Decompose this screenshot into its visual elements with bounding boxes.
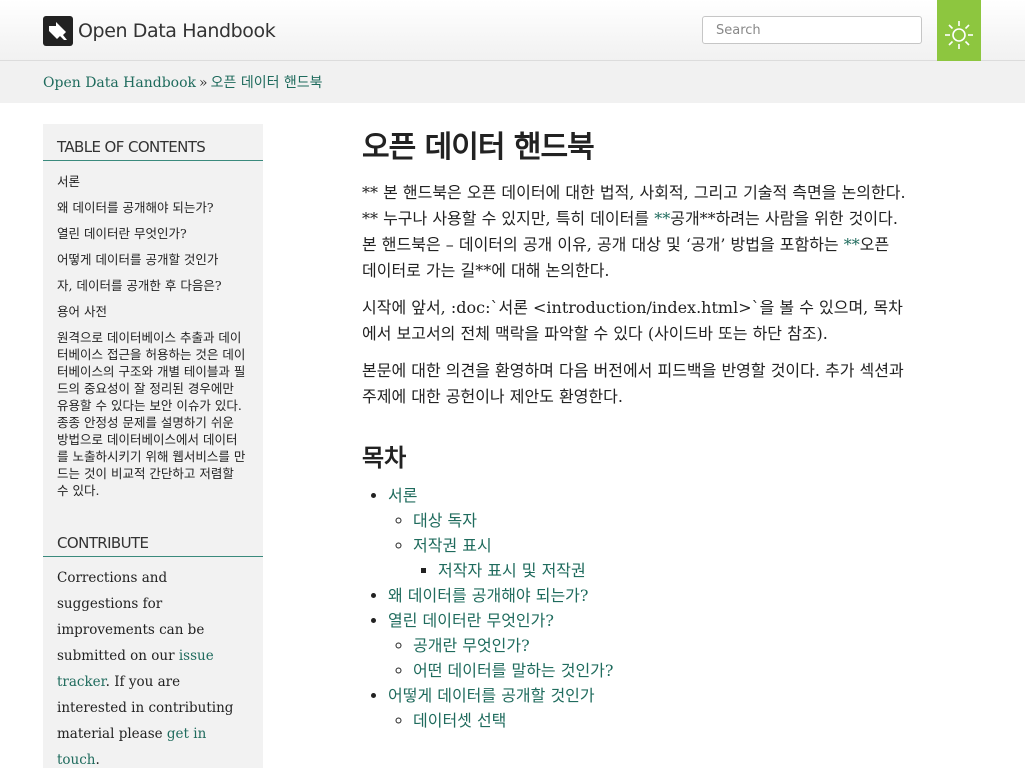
intro-paragraph: ** 본 핸드북은 오픈 데이터에 대한 법적, 사회적, 그리고 기술적 측면…	[362, 180, 907, 284]
sun-logo-icon	[945, 21, 973, 49]
toc-link-what[interactable]: 열린 데이터란 무엇인가?	[388, 611, 554, 630]
start-paragraph: 시작에 앞서, :doc:`서론 <introduction/index.htm…	[362, 298, 903, 343]
contribute-text: Corrections and suggestions for improvem…	[43, 557, 263, 768]
toc-link-intro[interactable]: 서론	[388, 486, 417, 505]
sidebar-item-after-open[interactable]: 자, 데이터를 공개한 후 다음은?	[57, 277, 263, 294]
page-title: 오픈 데이터 핸드북	[362, 130, 595, 165]
list-item: 어떻게 데이터를 공개할 것인가 데이터셋 선택	[388, 683, 907, 733]
contribute-text-part-3: .	[95, 752, 100, 768]
breadcrumb-home-link[interactable]: Open Data Handbook	[43, 75, 196, 91]
toc-section-title: 목차	[362, 444, 407, 472]
main-content: 오픈 데이터 핸드북 ** 본 핸드북은 오픈 데이터에 대한 법적, 사회적,…	[362, 122, 907, 733]
breadcrumb: Open Data Handbook» 오픈 데이터 핸드북	[43, 72, 323, 92]
list-item: 서론 대상 독자 저작권 표시 저작자 표시 및 저작권	[388, 483, 907, 583]
intro-link-marker-2[interactable]: **	[844, 235, 860, 254]
sidebar-toc-list: 서론 왜 데이터를 공개해야 되는가? 열린 데이터란 무엇인가? 어떻게 데이…	[43, 161, 263, 516]
open-data-handbook-logo-icon[interactable]	[43, 16, 73, 46]
feedback-paragraph: 본문에 대한 의견을 환영하며 다음 버전에서 피드백을 반영할 것이다. 추가…	[362, 361, 904, 406]
top-header: Open Data Handbook	[0, 0, 1025, 71]
toc-link-why[interactable]: 왜 데이터를 공개해야 되는가?	[388, 586, 588, 605]
toc-link-audience[interactable]: 대상 독자	[413, 511, 477, 530]
toc-heading: TABLE OF CONTENTS	[43, 124, 263, 161]
list-item: 열린 데이터란 무엇인가? 공개란 무엇인가? 어떤 데이터를 말하는 것인가?	[388, 608, 907, 683]
sidebar-item-intro[interactable]: 서론	[57, 173, 263, 190]
toc-link-how[interactable]: 어떻게 데이터를 공개할 것인가	[388, 686, 595, 705]
search-input[interactable]	[702, 16, 922, 44]
toc-link-what-open[interactable]: 공개란 무엇인가?	[413, 636, 530, 655]
list-item: 대상 독자	[413, 508, 907, 533]
breadcrumb-bar: Open Data Handbook» 오픈 데이터 핸드북	[0, 61, 1025, 103]
list-item: 저작자 표시 및 저작권	[438, 558, 907, 583]
main-toc-list: 서론 대상 독자 저작권 표시 저작자 표시 및 저작권 왜 데이터를 공개해야…	[362, 483, 907, 733]
contribute-heading: CONTRIBUTE	[43, 520, 263, 557]
list-item: 어떤 데이터를 말하는 것인가?	[413, 658, 907, 683]
intro-link-marker-1[interactable]: **	[654, 209, 670, 228]
toc-link-choose-dataset[interactable]: 데이터셋 선택	[413, 711, 506, 730]
list-item: 왜 데이터를 공개해야 되는가?	[388, 583, 907, 608]
toc-link-what-data[interactable]: 어떤 데이터를 말하는 것인가?	[413, 661, 613, 680]
breadcrumb-current-link[interactable]: 오픈 데이터 핸드북	[211, 75, 323, 91]
sidebar-item-remote-database[interactable]: 원격으로 데이터베이스 추출과 데이터베이스 접근을 허용하는 것은 데이터베이…	[57, 329, 263, 499]
breadcrumb-separator: »	[199, 75, 208, 91]
list-item: 데이터셋 선택	[413, 708, 907, 733]
toc-link-attribution[interactable]: 저작자 표시 및 저작권	[438, 561, 586, 580]
sidebar-item-glossary[interactable]: 용어 사전	[57, 303, 263, 320]
toc-link-copyright[interactable]: 저작권 표시	[413, 536, 492, 555]
site-title[interactable]: Open Data Handbook	[78, 20, 276, 42]
sidebar-item-why-open[interactable]: 왜 데이터를 공개해야 되는가?	[57, 199, 263, 216]
sidebar-item-how-to-open[interactable]: 어떻게 데이터를 공개할 것인가	[57, 251, 263, 268]
list-item: 공개란 무엇인가?	[413, 633, 907, 658]
list-item: 저작권 표시 저작자 표시 및 저작권	[413, 533, 907, 583]
sidebar: TABLE OF CONTENTS 서론 왜 데이터를 공개해야 되는가? 열린…	[43, 124, 263, 768]
sidebar-item-what-is-open[interactable]: 열린 데이터란 무엇인가?	[57, 225, 263, 242]
